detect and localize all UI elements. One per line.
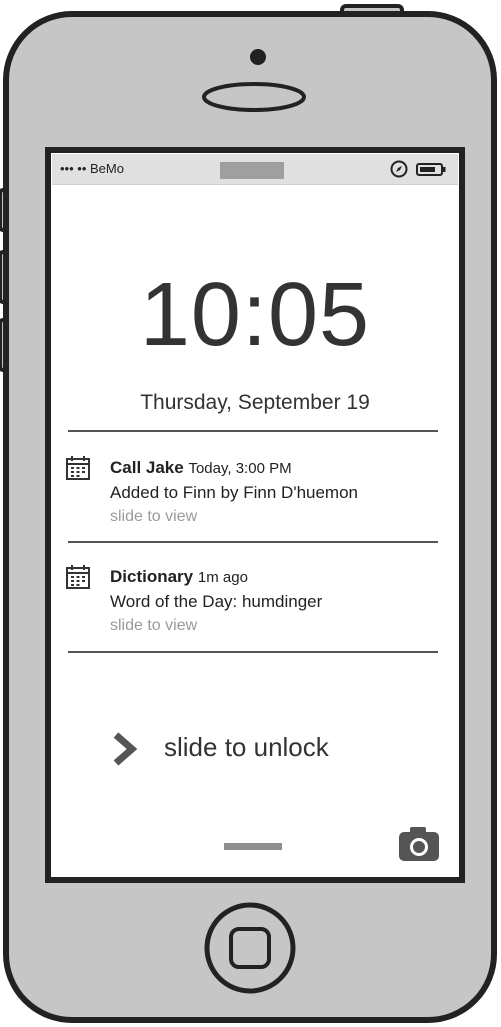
notification-body: Added to Finn by Finn D'huemon [110,483,359,502]
lock-date: Thursday, September 19 [140,391,370,414]
divider [68,541,438,543]
chevron-right-icon [113,732,138,766]
carrier-signal: ••• •• BeMo [60,161,124,176]
notification-time: 1m ago [197,569,248,586]
divider [68,651,438,653]
notification-action: slide to view [110,508,198,525]
calendar-icon [66,456,90,480]
home-button [204,902,296,994]
slide-to-unlock[interactable]: slide to unlock [112,728,412,768]
notification-header: Call Jake Today, 3:00 PM [110,458,292,478]
notification-body: Word of the Day: humdinger [110,592,323,611]
control-center-handle[interactable] [224,843,282,850]
notification-title: Call Jake [110,458,184,477]
notification-item[interactable]: Dictionary 1m ago Word of the Day: humdi… [66,565,452,657]
slide-to-unlock-label: slide to unlock [164,732,329,762]
notification-item[interactable]: Call Jake Today, 3:00 PM Added to Finn b… [66,456,452,548]
compass-icon [390,160,408,178]
lock-screen: ••• •• BeMo 10:05 Thursday, September 19 [52,154,458,876]
earpiece-speaker [202,82,306,112]
notification-header: Dictionary 1m ago [110,567,248,587]
lock-clock: 10:05 [139,265,371,365]
notification-title: Dictionary [110,567,194,586]
camera-icon[interactable] [398,826,440,862]
status-bar-notch [220,162,284,179]
divider [68,430,438,432]
battery-icon [416,163,446,176]
phone-device: ••• •• BeMo 10:05 Thursday, September 19 [0,0,501,1027]
notification-action: slide to view [110,617,198,634]
calendar-icon [66,565,90,589]
front-camera [250,49,266,65]
notification-time: Today, 3:00 PM [188,460,292,477]
status-bar: ••• •• BeMo [52,154,458,185]
